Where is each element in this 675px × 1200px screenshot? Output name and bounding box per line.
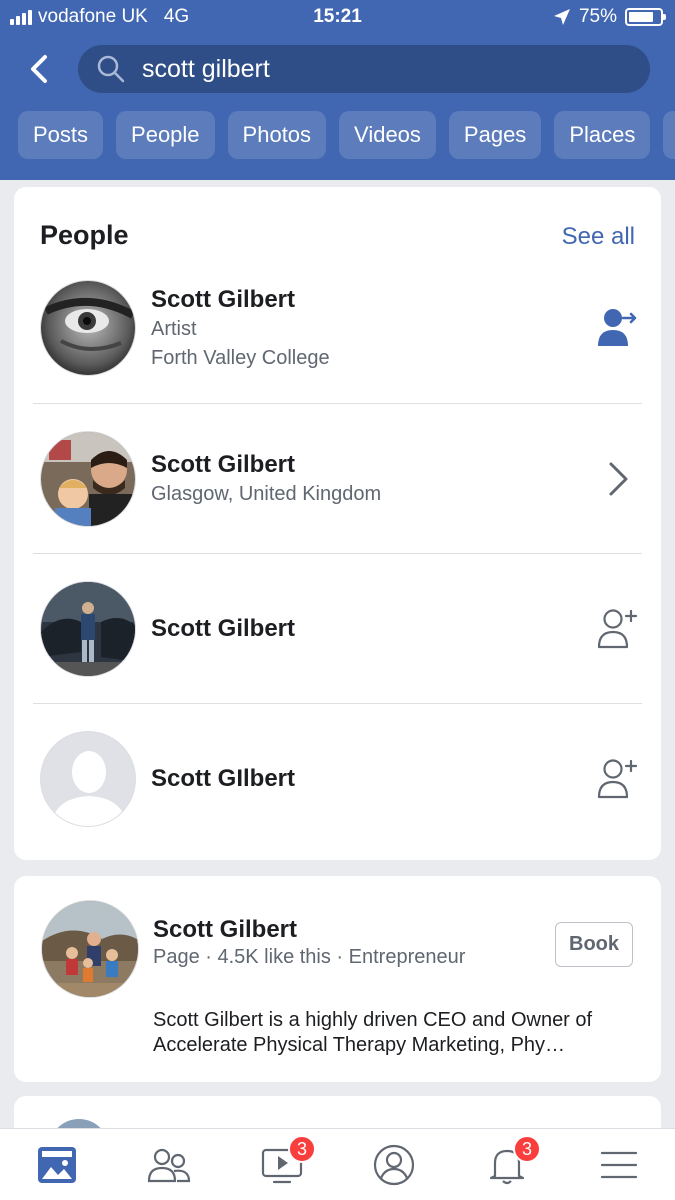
message-profile-icon bbox=[598, 309, 637, 346]
back-button[interactable] bbox=[22, 50, 56, 88]
location-arrow-icon bbox=[553, 9, 570, 25]
avatar[interactable] bbox=[40, 581, 136, 677]
message-button[interactable] bbox=[594, 304, 642, 352]
person-detail: Artist bbox=[151, 318, 197, 340]
hamburger-menu-icon bbox=[600, 1151, 638, 1179]
filter-more[interactable] bbox=[663, 111, 675, 159]
section-title: People bbox=[40, 220, 129, 250]
person-name: Scott Gilbert bbox=[151, 615, 296, 642]
status-right: 75% bbox=[553, 6, 666, 28]
open-profile-button[interactable] bbox=[594, 455, 642, 503]
profile-icon bbox=[373, 1144, 415, 1186]
filter-pages[interactable]: Pages bbox=[448, 111, 542, 159]
status-bar: vodafone UK 4G 15:21 75% bbox=[0, 0, 675, 36]
person-name: Scott Gilbert bbox=[151, 286, 296, 313]
avatar[interactable] bbox=[40, 431, 136, 527]
add-friend-icon bbox=[597, 609, 638, 649]
book-button[interactable]: Book bbox=[555, 922, 633, 967]
tab-news-feed[interactable] bbox=[33, 1141, 81, 1189]
notification-badge: 3 bbox=[513, 1135, 541, 1163]
search-bar[interactable] bbox=[78, 45, 650, 93]
filter-places[interactable]: Places bbox=[554, 111, 651, 159]
page-meta: Page · 4.5K like this · Entrepreneur bbox=[153, 946, 466, 968]
notification-badge: 3 bbox=[288, 1135, 316, 1163]
battery-percent: 75% bbox=[578, 6, 617, 27]
tab-profile[interactable] bbox=[370, 1141, 418, 1189]
person-detail: Forth Valley College bbox=[151, 347, 330, 369]
bottom-tab-bar: 3 3 bbox=[0, 1128, 675, 1200]
person-result-row[interactable]: Scott GIlbert bbox=[33, 704, 642, 854]
tab-watch[interactable]: 3 bbox=[258, 1135, 316, 1189]
avatar[interactable] bbox=[40, 280, 136, 376]
add-friend-icon bbox=[597, 759, 638, 799]
person-result-row[interactable]: Scott Gilbert bbox=[33, 554, 642, 704]
friends-icon bbox=[147, 1148, 191, 1183]
tab-menu[interactable] bbox=[595, 1141, 643, 1189]
add-friend-button[interactable] bbox=[594, 605, 642, 653]
battery-icon bbox=[625, 8, 666, 26]
person-name: Scott Gilbert bbox=[151, 451, 296, 478]
page-description: Scott Gilbert is a highly driven CEO and… bbox=[153, 1009, 593, 1056]
filter-photos[interactable]: Photos bbox=[227, 111, 327, 159]
page-name: Scott Gilbert bbox=[153, 916, 298, 943]
chevron-left-icon bbox=[31, 55, 47, 83]
top-header: vodafone UK 4G 15:21 75% Posts People Ph… bbox=[0, 0, 675, 180]
search-input[interactable] bbox=[142, 54, 602, 84]
filter-posts[interactable]: Posts bbox=[18, 111, 104, 159]
news-feed-icon bbox=[38, 1147, 76, 1183]
person-result-row[interactable]: Scott Gilbert Glasgow, United Kingdom bbox=[33, 404, 642, 554]
filter-people[interactable]: People bbox=[116, 111, 215, 159]
add-friend-button[interactable] bbox=[594, 755, 642, 803]
see-all-link[interactable]: See all bbox=[562, 223, 635, 251]
chevron-right-icon bbox=[609, 462, 628, 496]
person-detail: Glasgow, United Kingdom bbox=[151, 483, 382, 505]
search-icon bbox=[96, 54, 126, 84]
filter-videos[interactable]: Videos bbox=[339, 111, 436, 159]
page-result-card[interactable]: Scott Gilbert Page · 4.5K like this · En… bbox=[14, 876, 661, 1082]
avatar-placeholder[interactable] bbox=[40, 731, 136, 827]
tab-friends[interactable] bbox=[145, 1141, 193, 1189]
people-results-card: People See all Scott Gilbert Artist Fort… bbox=[14, 187, 661, 860]
page-avatar[interactable] bbox=[41, 900, 139, 998]
person-name: Scott GIlbert bbox=[151, 765, 296, 792]
filter-chips: Posts People Photos Videos Pages Places bbox=[18, 111, 675, 159]
person-result-row[interactable]: Scott Gilbert Artist Forth Valley Colleg… bbox=[33, 254, 642, 404]
tab-notifications[interactable]: 3 bbox=[483, 1135, 541, 1189]
